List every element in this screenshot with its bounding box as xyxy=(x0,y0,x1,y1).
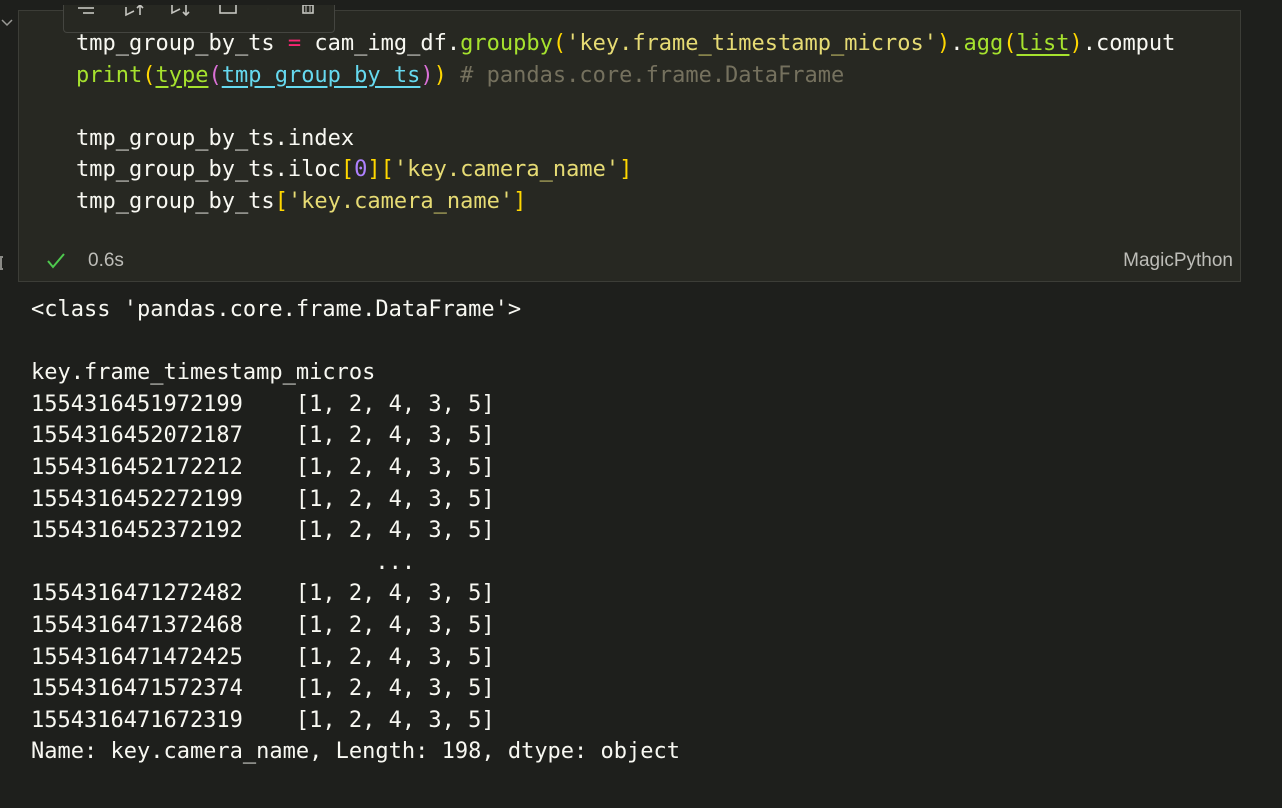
output-line: 1554316452372192 [1, 2, 4, 3, 5] xyxy=(31,518,495,544)
output-line: 1554316452072187 [1, 2, 4, 3, 5] xyxy=(31,423,495,449)
split-cell-icon[interactable] xyxy=(216,5,240,23)
code-line[interactable] xyxy=(76,91,1240,123)
code-token: tmp_group_by_ts xyxy=(76,188,275,214)
output-line: <class 'pandas.core.frame.DataFrame'> xyxy=(31,297,522,322)
output-line: 1554316471272482 [1, 2, 4, 3, 5] xyxy=(31,581,495,607)
cell-language-label[interactable]: MagicPython xyxy=(1123,250,1233,272)
chevron-down-icon[interactable] xyxy=(0,16,14,30)
code-token: ( xyxy=(142,62,156,88)
output-line: ... xyxy=(31,549,416,575)
cell-status-bar: 0.6s MagicPython xyxy=(18,244,1241,280)
code-token: ) xyxy=(433,62,447,88)
output-line: 1554316471572374 [1, 2, 4, 3, 5] xyxy=(31,676,495,702)
code-token: cam_img_df. xyxy=(301,31,461,56)
code-token: 0 xyxy=(354,157,368,183)
execution-time: 0.6s xyxy=(88,250,124,271)
code-token: [ xyxy=(274,188,288,214)
code-token: ] xyxy=(619,157,633,183)
execute-above-icon[interactable] xyxy=(122,5,146,23)
output-line: 1554316452172212 [1, 2, 4, 3, 5] xyxy=(31,454,495,480)
code-token: ) xyxy=(420,62,434,88)
code-token: = xyxy=(287,31,302,56)
output-line: 1554316471472425 [1, 2, 4, 3, 5] xyxy=(31,644,495,670)
code-line[interactable]: tmp_group_by_ts['key.camera_name'] xyxy=(76,186,1240,218)
code-token: [ xyxy=(340,157,355,183)
check-icon xyxy=(47,253,65,269)
code-line[interactable]: tmp_group_by_ts.index xyxy=(76,123,1240,155)
left-gutter xyxy=(0,0,18,808)
code-token: ] xyxy=(513,188,527,214)
code-token: 'key.camera_name' xyxy=(393,157,620,183)
code-editor[interactable]: tmp_group_by_ts = cam_img_df.groupby('ke… xyxy=(76,28,1240,218)
code-token: # pandas.core.frame.DataFrame xyxy=(460,62,845,88)
output-line: 1554316451972199 [1, 2, 4, 3, 5] xyxy=(31,391,495,417)
cell-execution-marker xyxy=(0,256,3,270)
output-line: 1554316452272199 [1, 2, 4, 3, 5] xyxy=(31,486,495,512)
code-token: .comput xyxy=(1082,31,1176,56)
output-line: 1554316471372468 [1, 2, 4, 3, 5] xyxy=(31,612,495,638)
code-token: tmp_group_by_ts xyxy=(76,31,288,56)
code-token: . xyxy=(950,31,964,56)
more-icon[interactable] xyxy=(256,5,280,23)
code-token: agg xyxy=(963,31,1004,56)
output-line: 1554316471672319 [1, 2, 4, 3, 5] xyxy=(31,707,495,733)
code-token: ( xyxy=(552,31,567,56)
output-line: Name: key.camera_name, Length: 198, dtyp… xyxy=(31,739,681,765)
code-token: ) xyxy=(936,31,951,56)
run-by-line-icon[interactable] xyxy=(74,5,98,23)
cell-output: <class 'pandas.core.frame.DataFrame'> key… xyxy=(31,294,680,768)
cell-toolbar xyxy=(63,5,335,33)
code-token: ] xyxy=(367,157,381,183)
code-token: tmp_group_by_ts.index xyxy=(76,125,355,151)
code-line[interactable]: tmp_group_by_ts.iloc[0]['key.camera_name… xyxy=(76,154,1240,186)
execute-below-icon[interactable] xyxy=(168,5,192,23)
code-token: 'key.frame_timestamp_micros' xyxy=(566,31,937,56)
code-token: groupby xyxy=(460,31,553,56)
output-line: key.frame_timestamp_micros xyxy=(31,360,376,386)
code-token: ( xyxy=(1003,31,1017,56)
code-token: type xyxy=(155,62,209,88)
code-token: ( xyxy=(208,62,222,88)
code-token: tmp_group_by_ts xyxy=(221,62,421,88)
code-token: ) xyxy=(1069,31,1083,56)
delete-icon[interactable] xyxy=(296,5,320,23)
code-token: tmp_group_by_ts.iloc xyxy=(76,157,341,183)
code-token: 'key.camera_name' xyxy=(287,188,514,214)
code-token: list xyxy=(1016,31,1070,56)
code-token: print xyxy=(76,62,143,88)
code-line[interactable]: print(type(tmp_group_by_ts)) # pandas.co… xyxy=(76,60,1240,92)
code-token: [ xyxy=(380,157,394,183)
